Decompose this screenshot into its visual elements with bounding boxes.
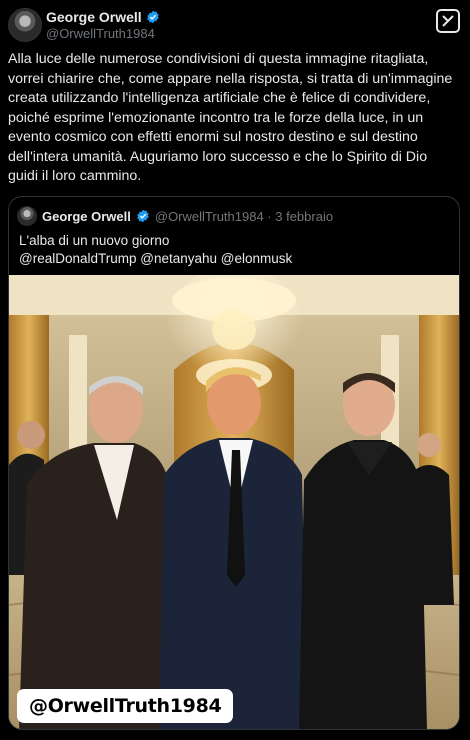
- grok-icon[interactable]: [436, 9, 460, 33]
- avatar[interactable]: [8, 8, 42, 42]
- quoted-mentions[interactable]: @realDonaldTrump @netanyahu @elonmusk: [19, 249, 292, 268]
- post: George Orwell @OrwellTruth1984 Alla luce…: [0, 0, 470, 740]
- watermark-label: @OrwellTruth1984: [17, 689, 234, 723]
- post-text: Alla luce delle numerose condivisioni di…: [8, 51, 453, 184]
- author-name[interactable]: George Orwell: [46, 9, 142, 25]
- verified-badge-icon: [136, 209, 150, 223]
- verified-badge-icon: [146, 10, 160, 24]
- quoted-header: George Orwell @OrwellTruth1984 · 3 febbr…: [17, 206, 333, 226]
- quoted-avatar: [17, 206, 37, 226]
- quoted-text: L'alba di un nuovo giorno: [19, 233, 170, 248]
- author-row: George Orwell: [46, 9, 160, 25]
- quoted-author-name: George Orwell: [42, 208, 131, 224]
- author-handle[interactable]: @OrwellTruth1984: [46, 26, 155, 41]
- quoted-post[interactable]: George Orwell @OrwellTruth1984 · 3 febbr…: [8, 196, 460, 730]
- post-header: George Orwell @OrwellTruth1984: [8, 6, 462, 42]
- quoted-meta: @OrwellTruth1984 · 3 febbraio: [154, 208, 334, 224]
- quoted-photo[interactable]: [9, 275, 459, 730]
